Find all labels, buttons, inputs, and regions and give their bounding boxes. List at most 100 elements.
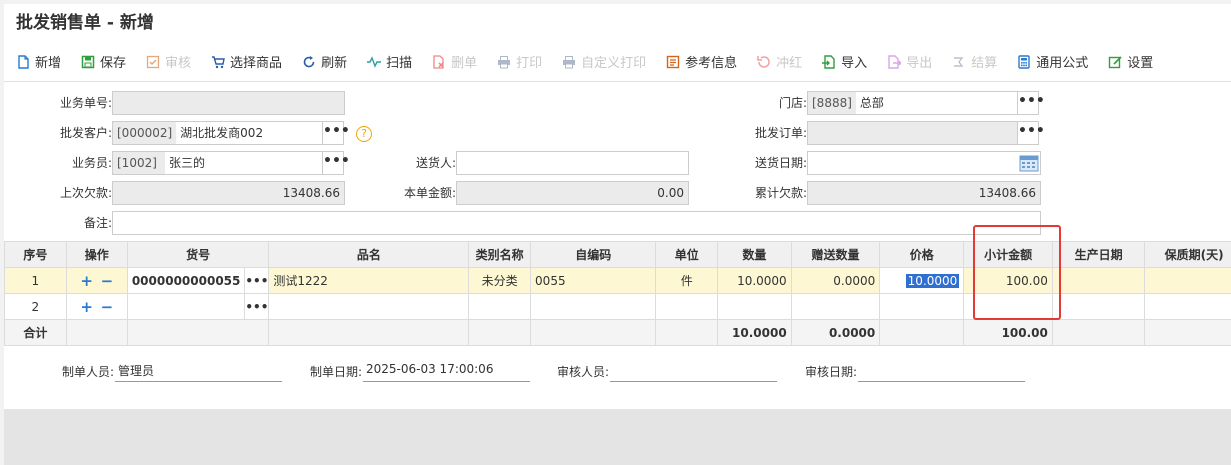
toolbar-button-cart[interactable]: 选择商品 <box>211 52 282 71</box>
toolbar-button-label: 扫描 <box>386 56 413 71</box>
order-no-field <box>112 91 345 115</box>
help-icon[interactable]: ? <box>356 126 372 142</box>
remove-row-icon[interactable]: − <box>101 272 114 290</box>
toolbar-button-reverse: 冲红 <box>757 52 802 71</box>
row-price[interactable]: 10.0000 <box>905 273 960 288</box>
table-row[interactable]: 1 + − 0000000000055 ••• 测试1222 未分类 0055 … <box>4 267 1231 294</box>
settings-icon <box>1108 55 1122 69</box>
col-header-shelf-life[interactable]: 保质期(天) <box>1144 241 1231 268</box>
last-debt-label: 上次欠款: <box>59 186 112 200</box>
toolbar-button-settings[interactable]: 设置 <box>1108 52 1153 71</box>
toolbar-button-reference[interactable]: 参考信息 <box>666 52 737 71</box>
customer-field[interactable]: [000002] 湖北批发商002 <box>112 121 323 145</box>
table-row[interactable]: 2 + − ••• <box>4 293 1231 320</box>
row-selfcode <box>530 293 657 320</box>
toolbar-button-refresh[interactable]: 刷新 <box>302 52 347 71</box>
window-frame: 批发销售单 - 新增 新增 保存 审核 选择商品 刷新 扫描 删单 打印 自定义打印 参考信息 冲红… <box>4 4 1231 465</box>
col-header-unit[interactable]: 单位 <box>655 241 719 268</box>
store-picker-button[interactable]: ••• <box>1017 91 1045 115</box>
settle-icon <box>952 55 966 69</box>
remark-field[interactable] <box>112 211 1041 235</box>
toolbar-button-print: 打印 <box>497 52 542 71</box>
toolbar: 新增 保存 审核 选择商品 刷新 扫描 删单 打印 自定义打印 参考信息 冲红 导入 导出 结算 通用公式 设… <box>4 42 1231 82</box>
order-no-label: 业务单号: <box>59 96 112 110</box>
toolbar-button-scan[interactable]: 扫描 <box>367 52 412 71</box>
audit-date-label: 审核日期: <box>805 365 858 379</box>
delivery-person-field[interactable] <box>456 151 689 175</box>
salesman-field[interactable]: [1002] 张三的 <box>112 151 323 175</box>
audit-date-value <box>858 362 1025 382</box>
summary-empty <box>530 319 657 346</box>
col-header-name[interactable]: 品名 <box>268 241 470 268</box>
row-price-cell[interactable]: 10.0000 <box>879 267 965 294</box>
row-gift-qty[interactable] <box>790 293 881 320</box>
row-price[interactable] <box>879 293 965 320</box>
row-prod-date[interactable] <box>1051 293 1146 320</box>
row-prod-date[interactable] <box>1051 267 1146 294</box>
col-header-action[interactable]: 操作 <box>65 241 128 268</box>
store-field[interactable]: [8888] 总部 <box>807 91 1019 115</box>
toolbar-button-calculator[interactable]: 通用公式 <box>1017 52 1088 71</box>
toolbar-button-label: 通用公式 <box>1036 56 1089 71</box>
calculator-icon <box>1017 54 1031 69</box>
row-selfcode: 0055 <box>530 267 657 294</box>
print-icon <box>497 55 511 69</box>
col-header-prod-date[interactable]: 生产日期 <box>1051 241 1146 268</box>
auditor-value <box>610 362 777 382</box>
summary-empty <box>268 319 470 346</box>
row-shelf-life[interactable] <box>1144 293 1231 320</box>
delete-doc-icon <box>432 54 446 69</box>
delivery-date-field[interactable] <box>807 151 1041 175</box>
row-qty[interactable] <box>717 293 792 320</box>
summary-row: 合计 10.0000 0.0000 100.00 <box>4 319 1231 346</box>
approve-icon <box>146 55 160 69</box>
col-header-sku[interactable]: 货号 <box>126 241 270 268</box>
col-header-qty[interactable]: 数量 <box>717 241 792 268</box>
sku-picker-button[interactable]: ••• <box>244 267 270 294</box>
toolbar-button-custom-print: 自定义打印 <box>562 52 646 71</box>
row-shelf-life[interactable] <box>1144 267 1231 294</box>
form-panel: 批发销售单 - 新增 新增 保存 审核 选择商品 刷新 扫描 删单 打印 自定义打印 参考信息 冲红… <box>4 4 1231 409</box>
row-seq: 2 <box>4 293 67 320</box>
salesman-picker-button[interactable]: ••• <box>322 151 350 175</box>
page-title: 批发销售单 - 新增 <box>16 13 154 33</box>
creator-value: 管理员 <box>115 362 282 382</box>
delivery-person-label: 送货人: <box>415 156 456 170</box>
add-row-icon[interactable]: + <box>80 272 93 290</box>
delivery-date-label: 送货日期: <box>754 156 807 170</box>
customer-code: [000002] <box>113 122 177 144</box>
toolbar-button-save[interactable]: 保存 <box>81 52 126 71</box>
toolbar-button-import[interactable]: 导入 <box>822 52 867 71</box>
row-seq: 1 <box>4 267 67 294</box>
remove-row-icon[interactable]: − <box>101 298 114 316</box>
row-gift-qty[interactable]: 0.0000 <box>790 267 881 294</box>
salesman-name: 张三的 <box>169 156 206 170</box>
toolbar-button-new-doc[interactable]: 新增 <box>16 52 61 71</box>
col-header-gift-qty[interactable]: 赠送数量 <box>790 241 881 268</box>
wholesale-order-label: 批发订单: <box>754 126 807 140</box>
row-name: 测试1222 <box>268 267 470 294</box>
row-category <box>468 293 532 320</box>
row-actions: + − <box>65 267 128 294</box>
toolbar-button-label: 刷新 <box>321 56 348 71</box>
col-header-subtotal[interactable]: 小计金额 <box>963 241 1053 268</box>
row-qty[interactable]: 10.0000 <box>717 267 792 294</box>
summary-empty <box>126 319 270 346</box>
row-sku[interactable] <box>126 293 246 320</box>
calendar-icon[interactable] <box>1019 154 1039 172</box>
toolbar-button-approve: 审核 <box>146 52 191 71</box>
add-row-icon[interactable]: + <box>80 298 93 316</box>
col-header-seq[interactable]: 序号 <box>4 241 67 268</box>
row-sku[interactable]: 0000000000055 <box>126 267 246 294</box>
toolbar-button-label: 打印 <box>516 56 543 71</box>
sku-picker-button[interactable]: ••• <box>244 293 270 320</box>
wholesale-order-picker-button[interactable]: ••• <box>1017 121 1045 145</box>
total-debt-field: 13408.66 <box>807 181 1041 205</box>
col-header-category[interactable]: 类别名称 <box>468 241 532 268</box>
toolbar-button-label: 导入 <box>841 56 868 71</box>
col-header-selfcode[interactable]: 自编码 <box>530 241 657 268</box>
row-category: 未分类 <box>468 267 532 294</box>
salesman-label: 业务员: <box>71 156 112 170</box>
col-header-price[interactable]: 价格 <box>879 241 965 268</box>
customer-picker-button[interactable]: ••• <box>322 121 350 145</box>
